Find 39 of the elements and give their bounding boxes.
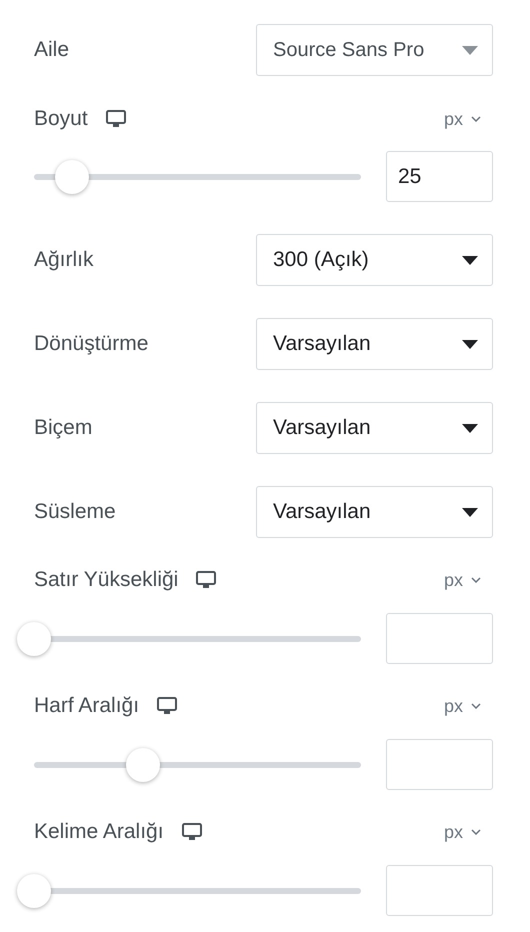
caret-icon xyxy=(462,256,478,264)
chevron-icon xyxy=(471,829,481,835)
monitor-icon[interactable] xyxy=(157,697,178,715)
unit-selector[interactable]: px xyxy=(444,566,481,594)
unit-selector[interactable]: px xyxy=(444,818,481,846)
monitor-icon[interactable] xyxy=(182,823,202,841)
field-label: Biçem xyxy=(34,415,92,442)
unit-selector[interactable]: px xyxy=(444,692,481,720)
chevron-icon xyxy=(471,577,481,583)
field-label: Boyut xyxy=(34,106,88,132)
monitor-icon[interactable] xyxy=(106,110,126,128)
field-label: Satır Yüksekliği xyxy=(34,567,178,594)
slider-handle[interactable] xyxy=(54,160,89,194)
chevron-icon xyxy=(471,116,481,122)
slider-handle[interactable] xyxy=(126,748,160,782)
slider-handle[interactable] xyxy=(17,622,51,656)
caret-icon xyxy=(462,424,478,432)
dropdown[interactable]: Source Sans Pro xyxy=(256,24,493,76)
field-label: Kelime Aralığı xyxy=(34,819,164,846)
dropdown[interactable]: Varsayılan xyxy=(256,318,493,370)
number-input[interactable] xyxy=(386,739,493,790)
slider-handle[interactable] xyxy=(17,874,51,908)
chevron-icon xyxy=(471,703,481,709)
field-label: Ağırlık xyxy=(34,247,94,274)
caret-icon xyxy=(462,340,478,348)
number-input[interactable] xyxy=(386,865,493,916)
number-input[interactable] xyxy=(386,613,493,664)
dropdown[interactable]: 300 (Açık) xyxy=(256,234,493,286)
caret-icon xyxy=(462,46,478,54)
field-label: Süsleme xyxy=(34,499,116,526)
number-input[interactable]: 25 xyxy=(386,151,493,202)
monitor-icon[interactable] xyxy=(196,571,216,589)
field-label: Aile xyxy=(34,37,70,64)
dropdown[interactable]: Varsayılan xyxy=(256,486,493,538)
field-label: Dönüştürme xyxy=(34,331,148,358)
unit-selector[interactable]: px xyxy=(444,106,481,132)
dropdown[interactable]: Varsayılan xyxy=(256,402,493,454)
caret-icon xyxy=(462,508,478,516)
field-label: Harf Aralığı xyxy=(34,693,140,720)
